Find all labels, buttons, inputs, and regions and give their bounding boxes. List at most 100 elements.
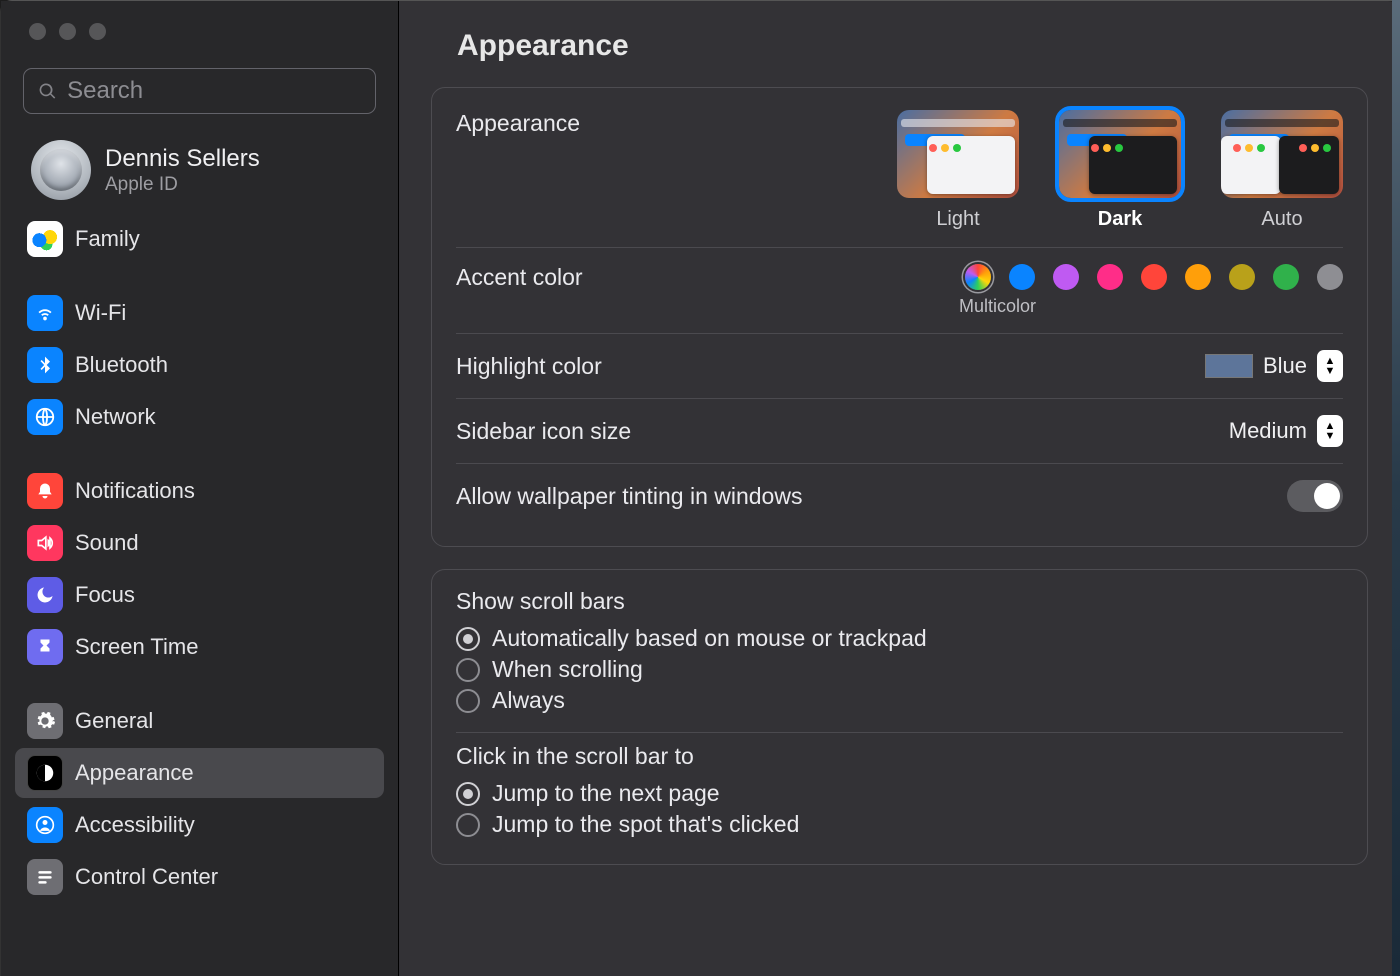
sidebar-item-controlcenter[interactable]: Control Center bbox=[15, 852, 384, 902]
sidebar-item-label: Wi-Fi bbox=[75, 300, 126, 326]
moon-icon bbox=[27, 577, 63, 613]
accent-color-7[interactable] bbox=[1273, 264, 1299, 290]
appearance-mode-light[interactable]: Light bbox=[897, 110, 1019, 231]
sidebar-item-label: Control Center bbox=[75, 864, 218, 890]
sliders-icon bbox=[27, 859, 63, 895]
sidebar-item-label: Screen Time bbox=[75, 634, 199, 660]
click-scroll-options: Jump to the next page Jump to the spot th… bbox=[456, 778, 1343, 846]
sidebar-item-appearance[interactable]: Appearance bbox=[15, 748, 384, 798]
speaker-icon bbox=[27, 525, 63, 561]
page-title: Appearance bbox=[399, 1, 1400, 87]
radio-label: When scrolling bbox=[492, 656, 643, 683]
scroll-card: Show scroll bars Automatically based on … bbox=[431, 569, 1368, 865]
sidebar-icon-size-select[interactable]: Medium ▲▼ bbox=[1229, 415, 1343, 447]
sidebar-item-wifi[interactable]: Wi-Fi bbox=[15, 288, 384, 338]
sidebar-icon-size-value: Medium bbox=[1229, 418, 1307, 444]
show-scroll-option-2[interactable]: Always bbox=[456, 687, 1343, 714]
radio-label: Jump to the next page bbox=[492, 780, 720, 807]
radio-label: Jump to the spot that's clicked bbox=[492, 811, 799, 838]
sidebar-item-bluetooth[interactable]: Bluetooth bbox=[15, 340, 384, 390]
accent-color-3[interactable] bbox=[1097, 264, 1123, 290]
sidebar-item-label: Family bbox=[75, 226, 140, 252]
show-scroll-options: Automatically based on mouse or trackpad… bbox=[456, 623, 1343, 722]
radio-icon bbox=[456, 689, 480, 713]
appearance-label: Appearance bbox=[456, 110, 580, 137]
highlight-select[interactable]: Blue ▲▼ bbox=[1205, 350, 1343, 382]
accent-color-5[interactable] bbox=[1185, 264, 1211, 290]
family-icon bbox=[27, 221, 63, 257]
radio-label: Automatically based on mouse or trackpad bbox=[492, 625, 927, 652]
hourglass-icon bbox=[27, 629, 63, 665]
sidebar-item-general[interactable]: General bbox=[15, 696, 384, 746]
sidebar-item-focus[interactable]: Focus bbox=[15, 570, 384, 620]
avatar bbox=[31, 140, 91, 200]
accent-label: Accent color bbox=[456, 264, 583, 291]
sidebar-item-label: Appearance bbox=[75, 760, 194, 786]
sidebar-item-label: General bbox=[75, 708, 153, 734]
sidebar-item-accessibility[interactable]: Accessibility bbox=[15, 800, 384, 850]
radio-icon bbox=[456, 782, 480, 806]
click-scroll-label: Click in the scroll bar to bbox=[456, 743, 1343, 770]
accent-selected-name: Multicolor bbox=[959, 296, 1036, 317]
show-scroll-label: Show scroll bars bbox=[456, 588, 1343, 615]
sidebar-nav: Family Wi-Fi Bluetooth Network Notifications… bbox=[1, 214, 398, 904]
main-panel: Appearance Appearance Light Dark Auto Acce… bbox=[399, 1, 1400, 976]
appearance-thumbs: Light Dark Auto bbox=[897, 110, 1343, 231]
search-icon bbox=[38, 81, 57, 102]
accent-color-multicolor[interactable] bbox=[965, 264, 991, 290]
appearance-mode-dark[interactable]: Dark bbox=[1059, 110, 1181, 231]
radio-icon bbox=[456, 627, 480, 651]
appearance-card: Appearance Light Dark Auto Accent color Mu… bbox=[431, 87, 1368, 547]
sidebar-item-screentime[interactable]: Screen Time bbox=[15, 622, 384, 672]
search-field[interactable] bbox=[23, 68, 376, 114]
highlight-swatch bbox=[1205, 354, 1253, 378]
search-input[interactable] bbox=[67, 77, 361, 105]
sidebar: Dennis Sellers Apple ID Family Wi-Fi Bluet… bbox=[1, 1, 399, 976]
appearance-mode-label: Dark bbox=[1098, 208, 1142, 231]
accent-color-6[interactable] bbox=[1229, 264, 1255, 290]
show-scroll-option-0[interactable]: Automatically based on mouse or trackpad bbox=[456, 625, 1343, 652]
apple-id-row[interactable]: Dennis Sellers Apple ID bbox=[1, 132, 398, 214]
appearance-mode-label: Light bbox=[936, 208, 979, 231]
globe-icon bbox=[27, 399, 63, 435]
click-scroll-option-1[interactable]: Jump to the spot that's clicked bbox=[456, 811, 1343, 838]
sidebar-item-family[interactable]: Family bbox=[15, 214, 384, 264]
sidebar-item-notifications[interactable]: Notifications bbox=[15, 466, 384, 516]
show-scroll-option-1[interactable]: When scrolling bbox=[456, 656, 1343, 683]
radio-label: Always bbox=[492, 687, 565, 714]
tinting-label: Allow wallpaper tinting in windows bbox=[456, 483, 802, 510]
close-icon[interactable] bbox=[29, 23, 46, 40]
highlight-value: Blue bbox=[1263, 353, 1307, 379]
sidebar-item-label: Sound bbox=[75, 530, 139, 556]
gear-icon bbox=[27, 703, 63, 739]
radio-icon bbox=[456, 813, 480, 837]
accent-color-4[interactable] bbox=[1141, 264, 1167, 290]
user-subtitle: Apple ID bbox=[105, 174, 260, 196]
sidebar-item-label: Network bbox=[75, 404, 156, 430]
sidebar-item-network[interactable]: Network bbox=[15, 392, 384, 442]
sidebar-item-sound[interactable]: Sound bbox=[15, 518, 384, 568]
appearance-mode-auto[interactable]: Auto bbox=[1221, 110, 1343, 231]
radio-icon bbox=[456, 658, 480, 682]
accent-color-row bbox=[965, 264, 1343, 290]
settings-window: Dennis Sellers Apple ID Family Wi-Fi Bluet… bbox=[1, 1, 1400, 976]
zoom-icon[interactable] bbox=[89, 23, 106, 40]
sidebar-item-label: Focus bbox=[75, 582, 135, 608]
appearance-mode-label: Auto bbox=[1261, 208, 1302, 231]
window-controls bbox=[1, 1, 398, 68]
sidebar-item-label: Bluetooth bbox=[75, 352, 168, 378]
accent-color-1[interactable] bbox=[1009, 264, 1035, 290]
chevron-up-down-icon: ▲▼ bbox=[1317, 350, 1343, 382]
wifi-icon bbox=[27, 295, 63, 331]
tinting-toggle[interactable] bbox=[1287, 480, 1343, 512]
accent-color-8[interactable] bbox=[1317, 264, 1343, 290]
user-name: Dennis Sellers bbox=[105, 144, 260, 174]
click-scroll-option-0[interactable]: Jump to the next page bbox=[456, 780, 1343, 807]
contrast-icon bbox=[27, 755, 63, 791]
accent-color-2[interactable] bbox=[1053, 264, 1079, 290]
minimize-icon[interactable] bbox=[59, 23, 76, 40]
chevron-up-down-icon: ▲▼ bbox=[1317, 415, 1343, 447]
person-icon bbox=[27, 807, 63, 843]
sidebar-item-label: Notifications bbox=[75, 478, 195, 504]
highlight-label: Highlight color bbox=[456, 353, 602, 380]
